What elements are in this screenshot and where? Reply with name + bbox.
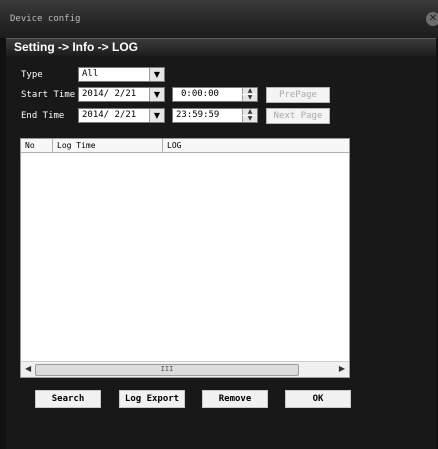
chevron-down-icon[interactable]: ▼ (149, 109, 164, 122)
breadcrumb: Setting -> Info -> LOG (6, 38, 436, 57)
close-icon[interactable]: ✕ (426, 12, 438, 26)
chevron-down-icon[interactable]: ▼ (149, 68, 164, 81)
prev-page-button[interactable]: PrePage (266, 87, 330, 103)
window-title: Device config (10, 14, 81, 24)
chevron-down-icon[interactable]: ▼ (149, 88, 164, 101)
next-page-button[interactable]: Next Page (266, 108, 330, 124)
end-time-label: End Time (21, 111, 65, 121)
title-bar: Device config ✕ (0, 0, 438, 38)
scroll-thumb-grip: III (160, 365, 174, 373)
column-header-log[interactable]: LOG (163, 139, 349, 152)
horizontal-scrollbar[interactable]: ◀ III ▶ (21, 361, 349, 377)
end-date-picker[interactable]: 2014/ 2/21 ▼ (78, 108, 165, 123)
breadcrumb-text: Setting -> Info -> LOG (14, 40, 138, 54)
type-select[interactable]: All ▼ (78, 67, 165, 82)
end-date-value: 2014/ 2/21 (82, 110, 137, 120)
start-date-value: 2014/ 2/21 (82, 89, 137, 99)
end-time-spinner[interactable]: 23:59:59 ▲ ▼ (172, 108, 258, 123)
search-button[interactable]: Search (35, 390, 101, 408)
scrollbar-thumb[interactable]: III (35, 364, 299, 376)
type-value: All (82, 69, 99, 79)
scroll-right-icon[interactable]: ▶ (339, 364, 345, 373)
start-time-spinner[interactable]: 0:00:00 ▲ ▼ (172, 87, 258, 102)
spin-down-icon[interactable]: ▼ (242, 116, 257, 122)
spin-down-icon[interactable]: ▼ (242, 95, 257, 101)
start-date-picker[interactable]: 2014/ 2/21 ▼ (78, 87, 165, 102)
log-table[interactable]: No Log Time LOG ◀ III ▶ (20, 138, 350, 378)
log-export-button[interactable]: Log Export (119, 390, 185, 408)
end-time-value: 23:59:59 (176, 110, 220, 120)
column-header-no[interactable]: No (21, 139, 53, 152)
start-time-value: 0:00:00 (181, 89, 219, 99)
type-label: Type (21, 70, 43, 80)
column-header-log-time[interactable]: Log Time (53, 139, 163, 152)
ok-button[interactable]: OK (285, 390, 351, 408)
start-time-label: Start Time (21, 90, 76, 100)
log-table-header: No Log Time LOG (21, 139, 349, 153)
scroll-left-icon[interactable]: ◀ (25, 364, 31, 373)
device-config-window: Device config ✕ Setting -> Info -> LOG T… (0, 0, 438, 449)
remove-button[interactable]: Remove (202, 390, 268, 408)
